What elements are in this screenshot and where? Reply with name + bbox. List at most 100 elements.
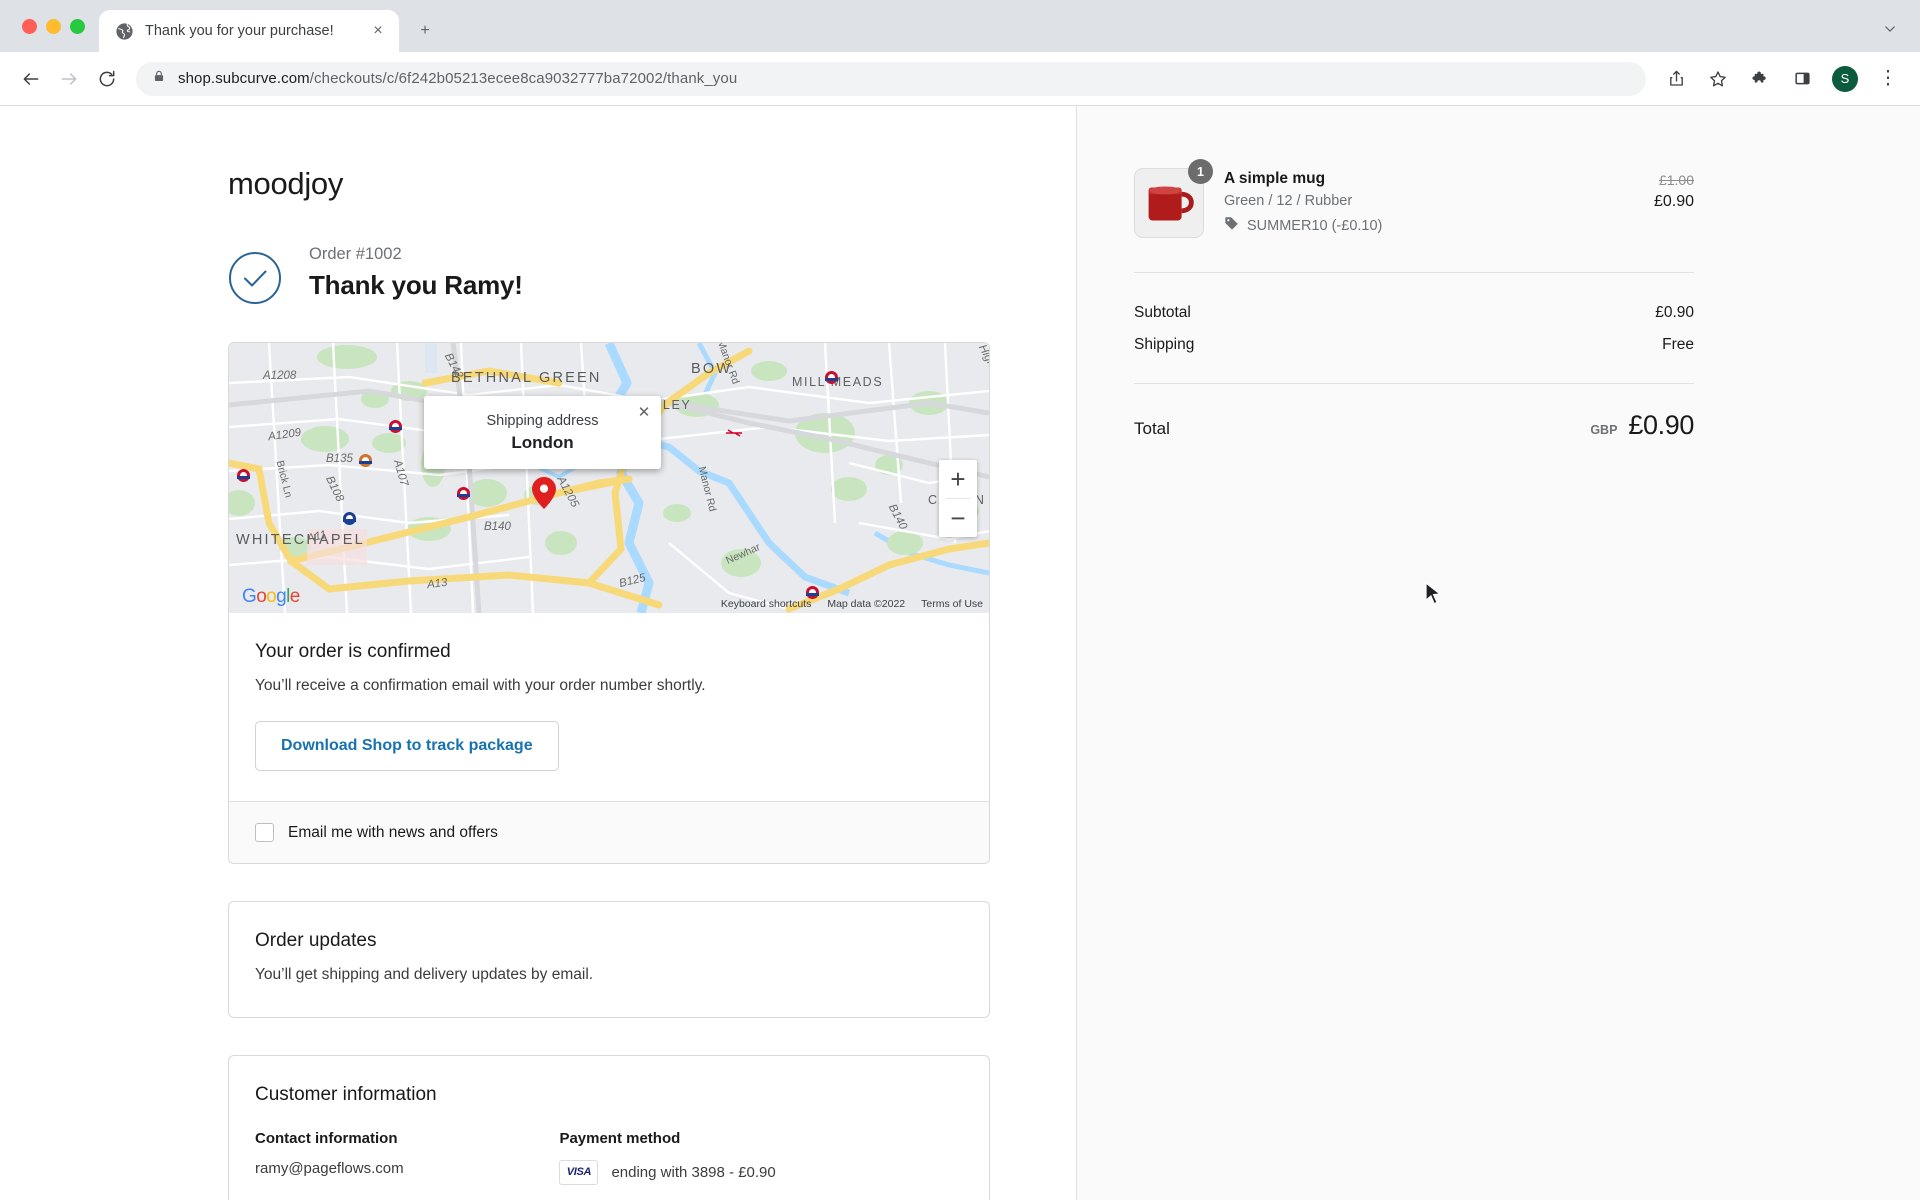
payment-method-label: Payment method [559,1129,681,1147]
line-item-final-price: £0.90 [1653,193,1694,210]
tag-icon [1224,216,1239,235]
maximize-window-button[interactable] [70,18,85,34]
close-tab-button[interactable]: × [367,20,389,42]
checkout-main-column: moodjoy Order #1002 Thank you Ramy! BETH… [0,106,1077,1200]
share-icon[interactable] [1660,63,1692,95]
star-icon[interactable] [1702,63,1734,95]
download-shop-button[interactable]: Download Shop to track package [255,721,559,772]
thank-you-heading: Thank you Ramy! [309,270,523,300]
order-number: Order #1002 [309,245,402,263]
order-summary-sidebar: 1 A simple mug Green / 12 / Rubber SUMME… [1077,106,1920,1200]
summary-row-value: £0.90 [1655,304,1694,321]
window-controls [12,0,99,52]
customer-information-heading: Customer information [255,1083,437,1105]
shipping-address-popup: ✕ Shipping address London [424,396,661,469]
order-updates-heading: Order updates [255,930,377,952]
minimize-window-button[interactable] [46,18,61,34]
keyboard-shortcuts-link[interactable]: Keyboard shortcuts [721,598,811,610]
browser-toolbar: shop.subcurve.com/checkouts/c/6f242b0521… [0,52,1920,106]
email-optin-checkbox[interactable] [255,823,274,843]
visa-icon: VISA [559,1159,599,1185]
profile-avatar[interactable]: S [1832,65,1858,92]
line-item-thumbnail-wrap: 1 [1134,159,1213,238]
payment-method-block: Payment method VISA ending with 3898 - £… [559,1130,913,1185]
tab-list-chevron-icon[interactable] [1876,15,1904,43]
map-location-pin [532,477,556,509]
order-confirmed-text: You’ll receive a confirmation email with… [255,677,706,694]
summary-row-value: Free [1662,336,1694,353]
tube-station-icon [825,371,838,384]
line-item-title: A simple mug [1224,170,1326,187]
discount-code: SUMMER10 (-£0.10) [1247,217,1383,234]
line-item-prices: £1.00 £0.90 [1654,168,1694,211]
line-item: 1 A simple mug Green / 12 / Rubber SUMME… [1134,159,1694,272]
grand-total-label: Total [1134,419,1170,438]
puzzle-icon[interactable] [1744,63,1776,95]
browser-tab[interactable]: Thank you for your purchase! × [99,10,399,52]
payment-method-value: ending with 3898 - £0.90 [611,1163,776,1181]
mouse-cursor [1425,581,1443,613]
line-item-variant: Green / 12 / Rubber [1224,193,1353,209]
line-item-quantity-badge: 1 [1188,159,1213,184]
side-panel-icon[interactable] [1786,63,1818,95]
new-tab-button[interactable]: + [409,15,441,47]
email-optin-label: Email me with news and offers [288,823,498,841]
address-bar[interactable]: shop.subcurve.com/checkouts/c/6f242b0521… [136,61,1646,96]
page-content: moodjoy Order #1002 Thank you Ramy! BETH… [0,106,1920,1200]
tube-station-icon [359,454,372,467]
zoom-in-button[interactable]: + [939,460,977,498]
summary-row-subtotal: Subtotal £0.90 [1134,297,1694,329]
order-updates-body: Order updates You’ll get shipping and de… [229,902,989,1016]
order-header-text: Order #1002 Thank you Ramy! [309,245,523,301]
summary-row-label: Shipping [1134,336,1195,353]
order-confirmed-card: BETHNAL GREEN BOW MILL MEADS BROMLEY WHI… [228,342,990,865]
summary-row-shipping: Shipping Free [1134,329,1694,361]
customer-information-grid: Contact information ramy@pageflows.com P… [255,1130,963,1185]
summary-row-label: Subtotal [1134,304,1191,321]
map-attribution-bar: Keyboard shortcuts Map data ©2022 Terms … [229,595,989,613]
order-header: Order #1002 Thank you Ramy! [228,245,1076,305]
lock-icon [152,69,166,88]
line-item-discount: SUMMER10 (-£0.10) [1224,216,1634,235]
order-confirmed-body: Your order is confirmed You’ll receive a… [229,613,989,801]
tube-station-icon [343,512,356,525]
map-data-attribution: Map data ©2022 [827,598,906,610]
map-graphics [229,343,989,613]
url-path: /checkouts/c/6f242b05213ecee8ca9032777ba… [309,70,738,87]
zoom-out-button[interactable]: − [939,499,977,537]
terms-of-use-link[interactable]: Terms of Use [921,598,983,610]
shipping-address-value: London [511,433,574,452]
back-button[interactable] [14,62,48,96]
summary-grand-total: Total GBP £0.90 [1134,384,1694,441]
email-optin-row[interactable]: Email me with news and offers [229,801,989,864]
shipping-map[interactable]: BETHNAL GREEN BOW MILL MEADS BROMLEY WHI… [229,343,989,613]
browser-menu-button[interactable]: ⋮ [1872,63,1904,95]
tube-station-icon [237,469,250,482]
tube-station-icon [389,420,402,433]
forward-button[interactable] [52,62,86,96]
toolbar-actions: S ⋮ [1660,63,1906,95]
contact-information-value: ramy@pageflows.com [255,1159,404,1177]
customer-information-body: Customer information Contact information… [229,1056,989,1200]
contact-information-label: Contact information [255,1129,398,1147]
grand-total-value: £0.90 [1628,410,1694,440]
tube-station-icon [457,487,470,500]
shop-name: moodjoy [228,166,344,201]
summary-totals: Subtotal £0.90 Shipping Free [1134,273,1694,361]
globe-icon [115,22,134,41]
order-updates-card: Order updates You’ll get shipping and de… [228,901,990,1018]
map-zoom-controls: + − [939,460,977,537]
shipping-address-label: Shipping address [486,413,599,429]
tab-title: Thank you for your purchase! [145,23,334,39]
reload-button[interactable] [90,62,124,96]
grand-total-amount: GBP £0.90 [1590,410,1694,441]
close-window-button[interactable] [22,18,37,34]
close-icon[interactable]: ✕ [635,403,653,421]
line-item-original-price: £1.00 [1658,172,1694,188]
customer-information-card: Customer information Contact information… [228,1054,990,1200]
contact-information-block: Contact information ramy@pageflows.com [255,1130,559,1185]
payment-method-row: VISA ending with 3898 - £0.90 [559,1159,913,1185]
order-updates-text: You’ll get shipping and delivery updates… [255,966,594,984]
order-confirmed-heading: Your order is confirmed [255,641,451,662]
line-item-info: A simple mug Green / 12 / Rubber SUMMER1… [1224,168,1634,235]
